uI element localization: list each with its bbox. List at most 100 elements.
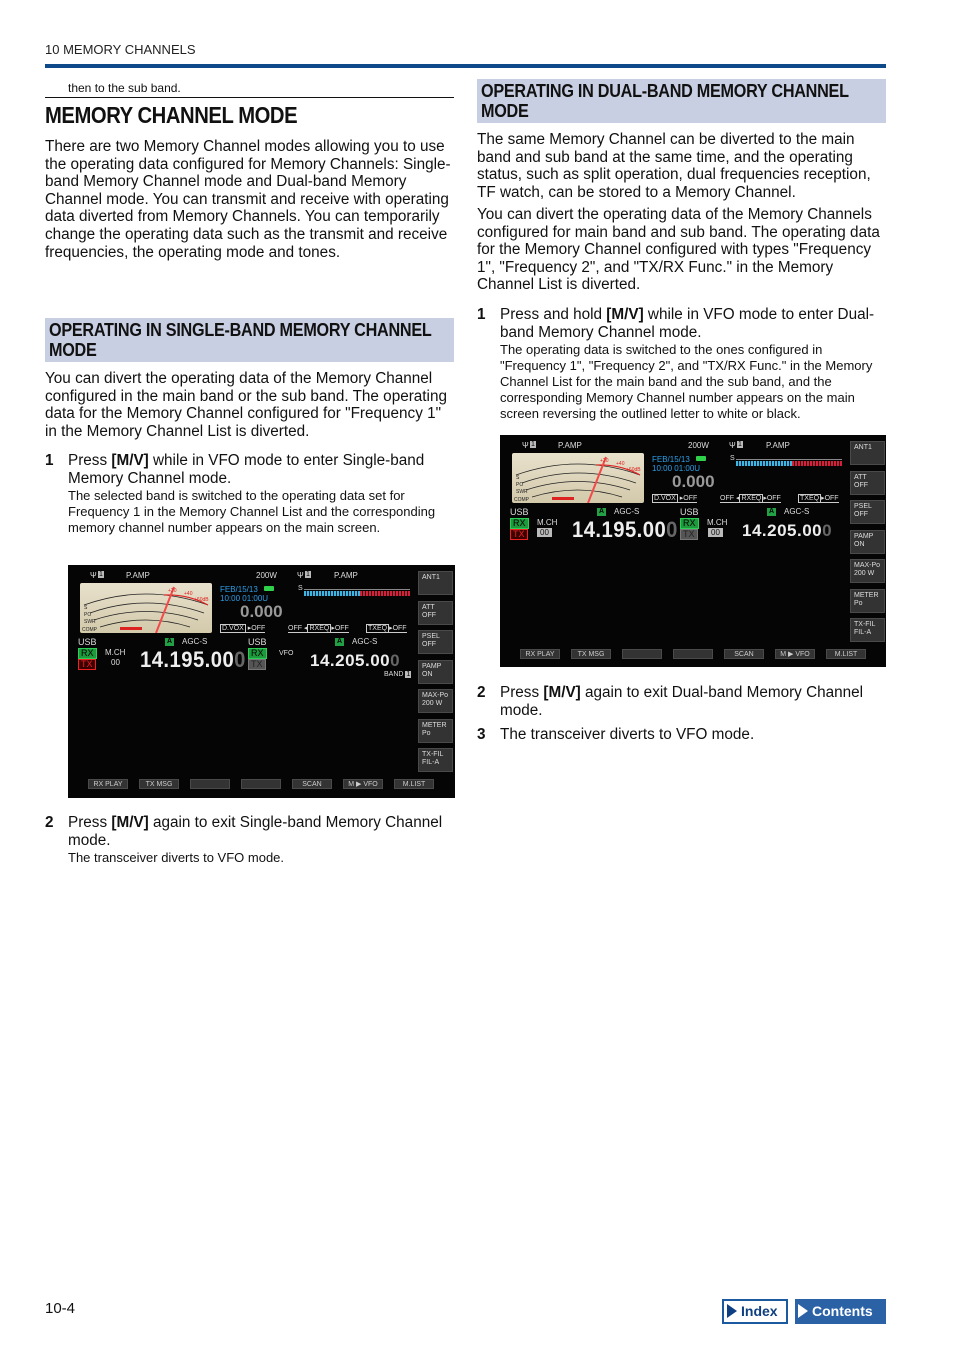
bottom-softkey[interactable]: M ▶ VFO [775,649,815,659]
side-softkey[interactable]: ANT1 [418,571,453,595]
s-meter-label: S [298,585,303,592]
power-label: 200W [688,441,709,450]
svg-text:SWR: SWR [84,619,96,625]
sub-mode: USB [248,637,267,647]
main-tx-indicator: TX [510,529,528,540]
bottom-softkey[interactable]: TX MSG [571,649,611,659]
intro-paragraph: There are two Memory Channel modes allow… [45,138,451,261]
main-frequency: 14.195.000 [572,517,678,542]
dual-band-intro-1: The same Memory Channel can be diverted … [477,131,871,201]
side-softkey[interactable]: PSEL OFF [418,630,453,654]
bottom-softkey[interactable]: RX PLAY [520,649,560,659]
main-rx-indicator: RX [510,518,529,529]
antenna-icon: Ψ [90,571,97,580]
contents-link[interactable]: Contents [795,1299,886,1324]
page-title: MEMORY CHANNEL MODE [45,102,298,128]
side-softkey[interactable]: MAX-Po 200 W [418,689,453,713]
bottom-softkey[interactable]: RX PLAY [88,779,128,789]
mch-number: 00 [111,658,120,667]
date-readout: FEB/15/13 [220,585,258,594]
bottom-softkey[interactable]: M ▶ VFO [343,779,383,789]
side-softkey[interactable]: PAMP ON [418,659,453,684]
svg-text:PO: PO [84,612,91,618]
main-agc: AGC-S [614,507,640,516]
side-softkey[interactable]: PAMP ON [850,529,885,554]
a-badge: A [597,508,607,516]
side-softkey[interactable]: TX-FIL FIL-A [418,748,453,772]
dual-band-heading: OPERATING IN DUAL-BAND MEMORY CHANNEL MO… [477,79,886,123]
sub-mch-number: 00 [708,528,723,537]
s-meter-bar [304,591,360,596]
sub-rx-indicator: RX [248,648,267,659]
antenna-number: 1 [737,441,743,448]
bottom-softkey[interactable]: SCAN [292,779,332,789]
bottom-softkey[interactable]: M.LIST [394,779,434,789]
sub-mch-label: M.CH [707,518,728,527]
analog-meter: S PO SWR COMP +20 +40 +60dB [80,583,212,633]
bottom-softkey[interactable]: M.LIST [826,649,866,659]
single-band-intro: You can divert the operating data of the… [45,370,447,440]
continued-text: then to the sub band. [68,81,181,95]
date-readout: FEB/15/13 [652,455,690,464]
dual-step-2: 2 Press [M/V] again to exit Dual-band Me… [477,684,864,719]
antenna-icon: Ψ [522,441,529,450]
sub-mode: USB [680,507,699,517]
a-badge: A [165,638,175,646]
single-band-heading: OPERATING IN SINGLE-BAND MEMORY CHANNEL … [45,318,454,362]
key-mv: [M/V] [606,306,644,323]
step-note: The transceiver diverts to VFO mode. [68,850,285,866]
analog-meter: S PO SWR COMP +20 +40 +60dB [512,453,644,503]
section-divider [45,97,454,98]
side-softkey[interactable]: MAX-Po 200 W [850,559,885,583]
mch-label: M.CH [105,648,126,657]
svg-text:PO: PO [516,482,523,488]
a-badge: A [767,508,777,516]
svg-text:+60dB: +60dB [194,597,209,603]
txeq-status: TXEQ ▸OFF [366,624,407,633]
side-softkey[interactable]: ATT OFF [850,470,885,495]
side-softkey[interactable]: TX-FIL FIL-A [850,618,885,642]
bottom-softkey[interactable] [241,779,281,789]
txeq-status: TXEQ ▸OFF [798,494,839,503]
sub-frequency: 14.205.000 [742,521,833,540]
svg-text:+40: +40 [184,591,193,597]
mch-number: 00 [537,528,552,537]
rxeq-status: OFF ◂ RXEQ ▸OFF [288,624,349,633]
side-softkey[interactable]: METER Po [418,718,453,743]
bottom-softkey[interactable]: TX MSG [139,779,179,789]
key-mv: [M/V] [543,684,581,701]
play-arrow-icon [727,1304,737,1318]
step-note: The selected band is switched to the ope… [68,488,436,536]
dual-band-intro-2: You can divert the operating data of the… [477,206,880,294]
offset-readout: 0.000 [672,472,715,491]
dual-step-1: 1 Press and hold [M/V] while in VFO mode… [477,306,889,422]
svg-text:SWR: SWR [516,489,528,495]
side-softkey[interactable]: ANT1 [850,441,885,465]
band-label: BAND 1 [384,671,412,678]
side-softkey[interactable]: PSEL OFF [850,500,885,524]
dual-step-3: 3 The transceiver diverts to VFO mode. [477,726,755,743]
dvox-status: D.VOX ▸OFF [220,624,266,633]
single-step-1: 1 Press [M/V] while in VFO mode to enter… [45,452,457,536]
battery-icon [696,456,706,461]
s-meter-scale [736,459,842,460]
svg-text:+20: +20 [168,588,177,594]
svg-text:COMP: COMP [82,627,98,633]
bottom-softkey[interactable] [190,779,230,789]
single-step-2: 2 Press [M/V] again to exit Single-band … [45,814,457,866]
bottom-softkey[interactable] [673,649,713,659]
page-number: 10-4 [45,1300,76,1317]
bottom-softkey[interactable] [622,649,662,659]
bottom-softkey[interactable]: SCAN [724,649,764,659]
header-rule [45,64,886,68]
sub-frequency: 14.205.000 [310,651,401,670]
pamp-label: P.AMP [558,441,582,450]
a-badge: A [335,638,345,646]
sub-agc: AGC-S [784,507,810,516]
antenna-icon: Ψ [729,441,736,450]
index-link[interactable]: Index [722,1299,788,1324]
svg-text:+40: +40 [616,461,625,467]
side-softkey[interactable]: METER Po [850,588,885,613]
svg-text:COMP: COMP [514,497,530,503]
side-softkey[interactable]: ATT OFF [418,600,453,625]
